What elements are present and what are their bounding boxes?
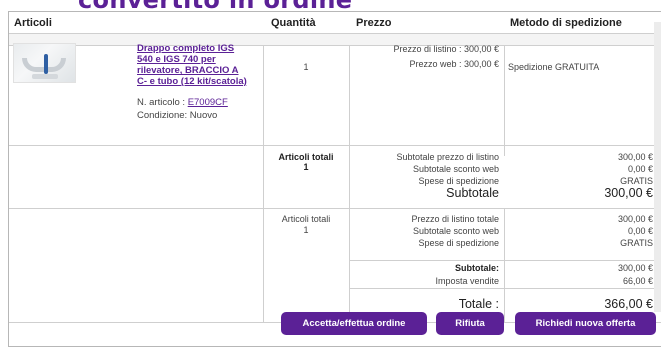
reject-button[interactable]: Rifiuta bbox=[436, 312, 504, 335]
row-divider bbox=[349, 288, 661, 289]
product-image[interactable] bbox=[13, 43, 76, 83]
summary-line-label: Subtotale sconto web bbox=[412, 226, 499, 236]
summary-subtotal-value: 300,00 € bbox=[617, 263, 653, 273]
table-spacer-row bbox=[9, 34, 661, 46]
summary-line-label: Prezzo di listino totale bbox=[411, 214, 499, 224]
summary-subtotal-label: Subtotale: bbox=[455, 263, 499, 273]
header-quantity: Quantità bbox=[271, 17, 316, 29]
header-shipping: Metodo di spedizione bbox=[510, 17, 622, 29]
request-new-quote-button[interactable]: Richiedi nuova offerta bbox=[515, 312, 656, 335]
summary-line-value: 300,00 € bbox=[617, 214, 653, 224]
summary-items-label: Articoli totali bbox=[281, 214, 331, 224]
row-divider bbox=[9, 208, 661, 209]
list-price: Prezzo di listino : 300,00 € bbox=[393, 44, 499, 54]
summary-line-value: GRATIS bbox=[620, 238, 653, 248]
article-number: N. articolo : E7009CF bbox=[137, 97, 228, 108]
subtotal-line-label: Spese di spedizione bbox=[418, 176, 499, 186]
row-divider bbox=[349, 260, 661, 261]
subtotal-line-label: Subtotale prezzo di listino bbox=[396, 152, 499, 162]
sales-tax-label: Imposta vendite bbox=[435, 276, 499, 286]
quantity-value: 1 bbox=[303, 62, 309, 72]
subtotal-line-value: 0,00 € bbox=[627, 164, 653, 174]
total-value: 366,00 € bbox=[604, 297, 653, 311]
article-number-link[interactable]: E7009CF bbox=[188, 97, 228, 108]
condition-text: Condizione: Nuovo bbox=[137, 110, 218, 121]
shipping-method: Spedizione GRATUITA bbox=[508, 62, 600, 72]
summary-items-value: 1 bbox=[303, 225, 309, 235]
header-price: Prezzo bbox=[356, 17, 392, 29]
vertical-scrollbar[interactable] bbox=[654, 22, 661, 312]
col-divider bbox=[504, 208, 505, 322]
accept-order-button[interactable]: Accetta/effettua ordine bbox=[281, 312, 427, 335]
header-articles: Articoli bbox=[14, 17, 52, 29]
subtotal-line-label: Subtotale sconto web bbox=[412, 164, 499, 174]
col-divider bbox=[263, 46, 264, 322]
product-name-link[interactable]: Drappo completo IGS 540 e IGS 740 per ri… bbox=[137, 43, 249, 87]
table-header: Articoli Quantità Prezzo Metodo di spedi… bbox=[9, 12, 661, 34]
total-items-value: 1 bbox=[303, 162, 309, 172]
subtotal-label: Subtotale bbox=[446, 186, 499, 200]
sales-tax-value: 66,00 € bbox=[622, 276, 653, 286]
subtotal-value: 300,00 € bbox=[604, 186, 653, 200]
col-divider bbox=[504, 46, 505, 156]
web-price: Prezzo web : 300,00 € bbox=[409, 59, 499, 69]
total-items-label: Articoli totali bbox=[278, 152, 334, 162]
subtotal-line-value: GRATIS bbox=[620, 176, 653, 186]
summary-line-value: 0,00 € bbox=[627, 226, 653, 236]
total-label: Totale : bbox=[458, 297, 499, 311]
summary-line-label: Spese di spedizione bbox=[418, 238, 499, 248]
row-divider bbox=[9, 145, 661, 146]
subtotal-line-value: 300,00 € bbox=[617, 152, 653, 162]
